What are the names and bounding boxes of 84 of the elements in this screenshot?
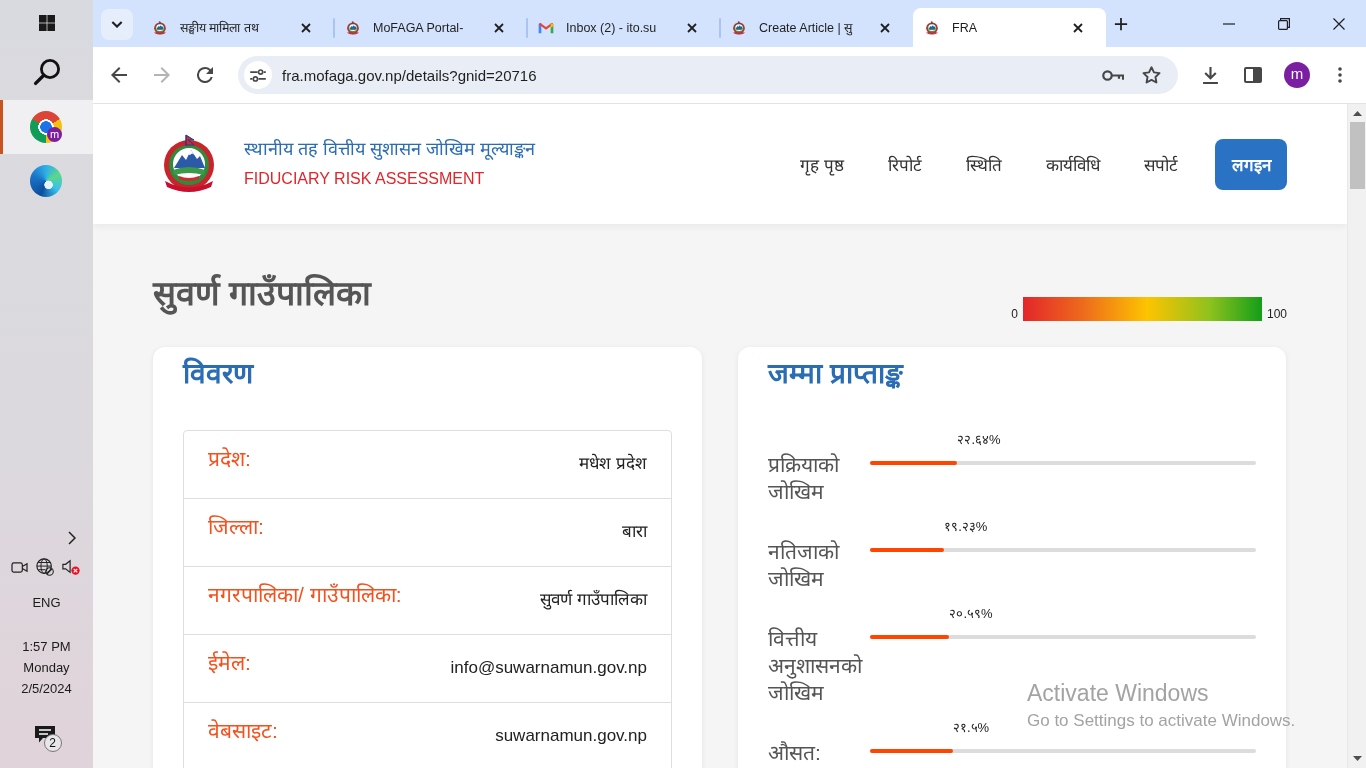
scroll-down-arrow-icon[interactable] (1352, 756, 1362, 761)
scale-min-label: 0 (1011, 307, 1018, 321)
scrollbar-thumb[interactable] (1349, 122, 1365, 189)
tune-icon (250, 68, 266, 82)
notification-badge: 2 (43, 734, 62, 752)
card-title: जम्मा प्राप्ताङ्क (768, 357, 903, 391)
plus-icon[interactable] (1114, 17, 1128, 31)
back-arrow-icon[interactable] (111, 67, 127, 83)
scroll-up-arrow-icon[interactable] (1352, 111, 1362, 116)
close-icon[interactable] (1073, 22, 1083, 33)
browser-tab[interactable]: सङ्घीय मामिला तथ (141, 8, 334, 47)
search-icon[interactable] (32, 58, 61, 86)
detail-label: ईमेल: (208, 650, 251, 676)
close-icon[interactable] (880, 22, 890, 33)
star-icon[interactable] (1141, 66, 1161, 84)
chevron-down-icon (111, 21, 123, 28)
score-label: नतिजाको जोखिम (768, 539, 839, 592)
detail-label: प्रदेश: (208, 446, 251, 472)
detail-label: नगरपालिका/ गाउँपालिका: (208, 582, 402, 608)
nav-link[interactable]: गृह पृष्ठ (800, 152, 844, 176)
clock-time[interactable]: 1:57 PM (22, 636, 71, 657)
chevron-right-icon[interactable] (68, 531, 76, 545)
card-title: विवरण (183, 357, 253, 391)
browser-tab[interactable]: Create Article | सु (720, 8, 913, 47)
activation-title: Activate Windows (1027, 680, 1209, 706)
tab-search-button[interactable] (101, 9, 133, 40)
score-reading: २१.५% (953, 719, 990, 737)
globe-icon[interactable] (36, 557, 54, 577)
detail-label: वेबसाइट: (208, 718, 278, 744)
close-icon[interactable] (301, 22, 311, 33)
browser-tab[interactable]: Inbox (2) - ito.su (527, 8, 720, 47)
emblem-icon (924, 20, 940, 35)
activation-text: Go to Settings to activate Windows. (1027, 710, 1296, 732)
taskbar-app-button[interactable]: m (0, 100, 93, 154)
nav-link[interactable]: सपोर्ट (1144, 152, 1178, 176)
score-reading: २२.६४% (957, 431, 1001, 449)
browser-tab[interactable]: MoFAGA Portal- (334, 8, 527, 47)
score-label: औसत: (768, 740, 821, 766)
detail-value: सुवर्ण गाउँपालिका (540, 588, 647, 612)
scrollbar[interactable] (1347, 104, 1366, 768)
detail-value: मधेश प्रदेश (579, 452, 647, 475)
key-icon[interactable] (1102, 69, 1124, 81)
address-bar[interactable]: fra.mofaga.gov.np/details?gnid=20716 (238, 56, 1178, 94)
menu-icon[interactable] (1338, 67, 1342, 83)
login-button[interactable]: लगइन (1215, 138, 1287, 190)
language-indicator[interactable]: ENG (32, 593, 61, 613)
score-label: वित्तीय अनुशासनको जोखिम (768, 626, 862, 706)
score-reading: १९.२३% (944, 518, 988, 536)
url-text: fra.mofaga.gov.np/details?gnid=20716 (282, 66, 537, 84)
clock-date[interactable]: 2/5/2024 (21, 678, 72, 699)
camera-icon[interactable] (10, 559, 28, 575)
site-info-button[interactable] (244, 61, 272, 89)
nav-link[interactable]: स्थिति (966, 152, 1002, 176)
profile-avatar[interactable]: m (1284, 62, 1310, 88)
windows-start-icon[interactable] (38, 15, 55, 31)
emblem-icon (731, 20, 747, 35)
minimize-icon[interactable] (1222, 22, 1235, 25)
close-icon[interactable] (687, 22, 697, 33)
emblem-icon (345, 20, 361, 35)
side-panel-icon[interactable] (1244, 67, 1262, 83)
scale-max-label: 100 (1266, 307, 1287, 321)
detail-value: suwarnamun.gov.np (495, 725, 647, 747)
site-title[interactable]: स्थानीय तह वित्तीय सुशासन जोखिम मूल्याङ्कन (244, 135, 535, 164)
restore-icon[interactable] (1277, 17, 1290, 30)
nav-link[interactable]: रिपोर्ट (888, 152, 922, 176)
gmail-icon (538, 21, 554, 34)
close-icon[interactable] (1332, 17, 1345, 30)
chrome-icon (29, 111, 62, 143)
speaker-muted-icon[interactable] (62, 558, 80, 576)
browser-tab[interactable]: FRA (913, 8, 1106, 47)
page-title: सुवर्ण गाउँपालिका (153, 264, 372, 322)
emblem-icon (152, 20, 168, 35)
close-icon[interactable] (494, 22, 504, 33)
detail-value: info@suwarnamun.gov.np (450, 657, 647, 679)
nav-link[interactable]: कार्यविधि (1046, 152, 1100, 176)
edge-icon (29, 165, 62, 197)
clock-day[interactable]: Monday (23, 657, 70, 678)
detail-value: बारा (622, 521, 647, 543)
detail-label: जिल्ला: (208, 514, 264, 540)
reload-icon[interactable] (197, 67, 213, 83)
site-subtitle[interactable]: FIDUCIARY RISK ASSESSMENT (244, 164, 485, 193)
download-icon[interactable] (1201, 66, 1219, 84)
score-reading: २०.५९% (949, 605, 993, 623)
score-label: प्रक्रियाको जोखिम (768, 452, 839, 505)
